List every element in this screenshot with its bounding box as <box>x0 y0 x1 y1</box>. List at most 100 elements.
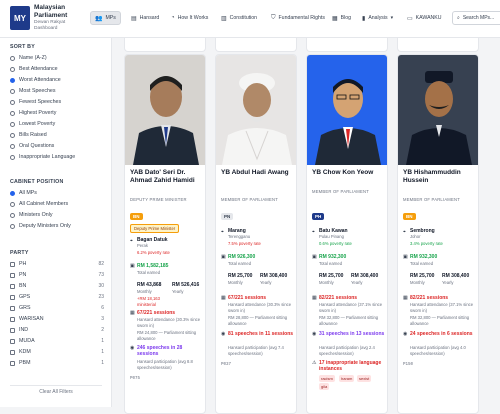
sort-option[interactable]: Inappropriate Language <box>10 154 75 160</box>
party-count: 1 <box>101 360 104 366</box>
monthly-value: RM 25,700 <box>228 273 253 279</box>
sort-option[interactable]: Most Speeches <box>10 88 56 94</box>
party-filter[interactable]: BN <box>10 283 26 289</box>
party-label: IND <box>19 327 29 333</box>
mp-card[interactable]: YAB Dato' Seri Dr. Ahmad Zahid Hamidi DE… <box>124 54 206 414</box>
cabinet-option[interactable]: All Cabinet Members <box>10 201 68 207</box>
mp-card[interactable]: YB Chow Kon Yeow MEMBER OF PARLIAMENT PH… <box>306 54 388 414</box>
radio-icon[interactable] <box>10 143 15 149</box>
party-filter[interactable]: PH <box>10 261 26 267</box>
mp-name[interactable]: YB Chow Kon Yeow <box>312 169 386 177</box>
monthly-label: Monthly <box>319 280 334 285</box>
party-filter[interactable]: IND <box>10 327 28 333</box>
yearly-label: Yearly <box>260 280 272 285</box>
ministerial-allowance: +RM 18,163 ministerial <box>137 296 160 307</box>
sort-option[interactable]: Lowest Poverty <box>10 121 55 127</box>
mp-card[interactable]: YB Abdul Hadi Awang MEMBER OF PARLIAMENT… <box>215 54 297 414</box>
parliament-logo[interactable]: MY <box>10 6 30 30</box>
checkbox-icon[interactable] <box>10 294 15 300</box>
checkbox-icon[interactable] <box>10 261 15 267</box>
mp-name[interactable]: YB Abdul Hadi Awang <box>221 169 295 177</box>
participation-note: Hansard participation (avg 4.0 speeches/… <box>410 345 466 356</box>
state-name: Johor <box>410 234 421 239</box>
party-filter[interactable]: GPS <box>10 294 30 300</box>
sort-option[interactable]: Bills Raised <box>10 132 47 138</box>
checkbox-icon[interactable] <box>10 349 15 355</box>
card-stub <box>306 38 388 52</box>
radio-icon[interactable] <box>10 201 15 207</box>
checkbox-icon[interactable] <box>10 272 15 278</box>
party-filter[interactable]: KDM <box>10 349 31 355</box>
party-filter[interactable]: MUDA <box>10 338 35 344</box>
app-title: Malaysian Parliament <box>34 4 68 19</box>
nav-label: KAWANKU <box>415 15 442 21</box>
sort-option[interactable]: Worst Attendance <box>10 77 61 83</box>
monthly-label: Monthly <box>228 280 243 285</box>
nav-mps[interactable]: 👥 MPs <box>90 11 121 25</box>
mp-role: MEMBER OF PARLIAMENT <box>312 189 369 194</box>
mp-name[interactable]: YB Hishammuddin Hussein <box>403 169 477 185</box>
checkbox-icon[interactable] <box>10 360 15 366</box>
radio-icon[interactable] <box>10 99 15 105</box>
search-placeholder: Search MPs... <box>462 15 495 21</box>
radio-icon[interactable] <box>10 88 15 94</box>
party-filter[interactable]: WARISAN <box>10 316 44 322</box>
checkbox-icon[interactable] <box>10 283 15 289</box>
document-icon: ▤ <box>131 15 137 22</box>
checkbox-icon[interactable] <box>10 305 15 311</box>
poverty-rate: 0.6% poverty rate <box>319 241 352 246</box>
total-earned-label: Total earned <box>410 261 434 266</box>
wallet-icon: ▣ <box>221 254 226 260</box>
radio-icon[interactable] <box>10 121 15 127</box>
radio-icon[interactable] <box>10 55 15 61</box>
nav-label: Blog <box>340 15 352 21</box>
sort-option[interactable]: Best Attendance <box>10 66 58 72</box>
party-filter[interactable]: PN <box>10 272 26 278</box>
nav-label: Constitution <box>229 15 258 21</box>
cabinet-option[interactable]: Deputy Ministers Only <box>10 223 71 229</box>
sort-option[interactable]: Highest Poverty <box>10 110 56 116</box>
nav-hansard[interactable]: ▤ Hansard <box>127 11 163 25</box>
party-filter[interactable]: PBM <box>10 360 30 366</box>
radio-icon[interactable] <box>10 154 15 160</box>
nav-constitution[interactable]: ▥ Constitution <box>217 11 261 25</box>
radio-icon[interactable] <box>10 66 15 72</box>
parliament-seat-code: P075 <box>130 377 141 381</box>
calendar-icon: ▦ <box>403 295 408 301</box>
mp-role: DEPUTY PRIME MINISTER <box>130 197 187 202</box>
radio-icon[interactable] <box>10 132 15 138</box>
sort-option[interactable]: Oral Questions <box>10 143 54 149</box>
cabinet-option[interactable]: Ministers Only <box>10 212 53 218</box>
radio-selected-icon[interactable] <box>10 77 15 83</box>
radio-icon[interactable] <box>10 110 15 116</box>
book-icon: ▥ <box>221 15 227 22</box>
party-count: 3 <box>101 316 104 322</box>
nav-blog[interactable]: ▦ Blog <box>328 11 355 25</box>
yearly-label: Yearly <box>442 280 454 285</box>
search-input[interactable]: ⌕ Search MPs... <box>452 11 500 25</box>
radio-selected-icon[interactable] <box>10 190 15 196</box>
sort-option[interactable]: Name (A-Z) <box>10 55 47 61</box>
cabinet-option[interactable]: All MPs <box>10 190 37 196</box>
clear-all-filters-button[interactable]: Clear All Filters <box>10 385 102 397</box>
nav-analysis[interactable]: ▮ Analysis ▾ <box>358 11 397 25</box>
nav-label: Fundamental Rights <box>278 15 325 21</box>
nav-label: Analysis <box>368 15 388 21</box>
nav-how-it-works[interactable]: ◔ How It Works <box>167 11 212 25</box>
radio-icon[interactable] <box>10 223 15 229</box>
mp-name[interactable]: YAB Dato' Seri Dr. Ahmad Zahid Hamidi <box>130 169 204 185</box>
checkbox-icon[interactable] <box>10 316 15 322</box>
monthly-label: Monthly <box>410 280 425 285</box>
mp-card[interactable]: YB Hishammuddin Hussein MEMBER OF PARLIA… <box>397 54 479 414</box>
total-earned-value: RM 932,300 <box>319 254 347 260</box>
nav-kawanku[interactable]: ▭ KAWANKU <box>403 11 446 25</box>
sitting-allowance-note: RM 28,800 — Parliament sitting allowance <box>228 315 288 326</box>
mp-role: MEMBER OF PARLIAMENT <box>221 197 278 202</box>
nav-fundamental-rights[interactable]: ⛉ Fundamental Rights <box>267 11 329 25</box>
sort-option[interactable]: Fewest Speeches <box>10 99 61 105</box>
party-label: GPS <box>19 294 31 300</box>
checkbox-icon[interactable] <box>10 327 15 333</box>
party-filter[interactable]: GRS <box>10 305 30 311</box>
radio-icon[interactable] <box>10 212 15 218</box>
checkbox-icon[interactable] <box>10 338 15 344</box>
